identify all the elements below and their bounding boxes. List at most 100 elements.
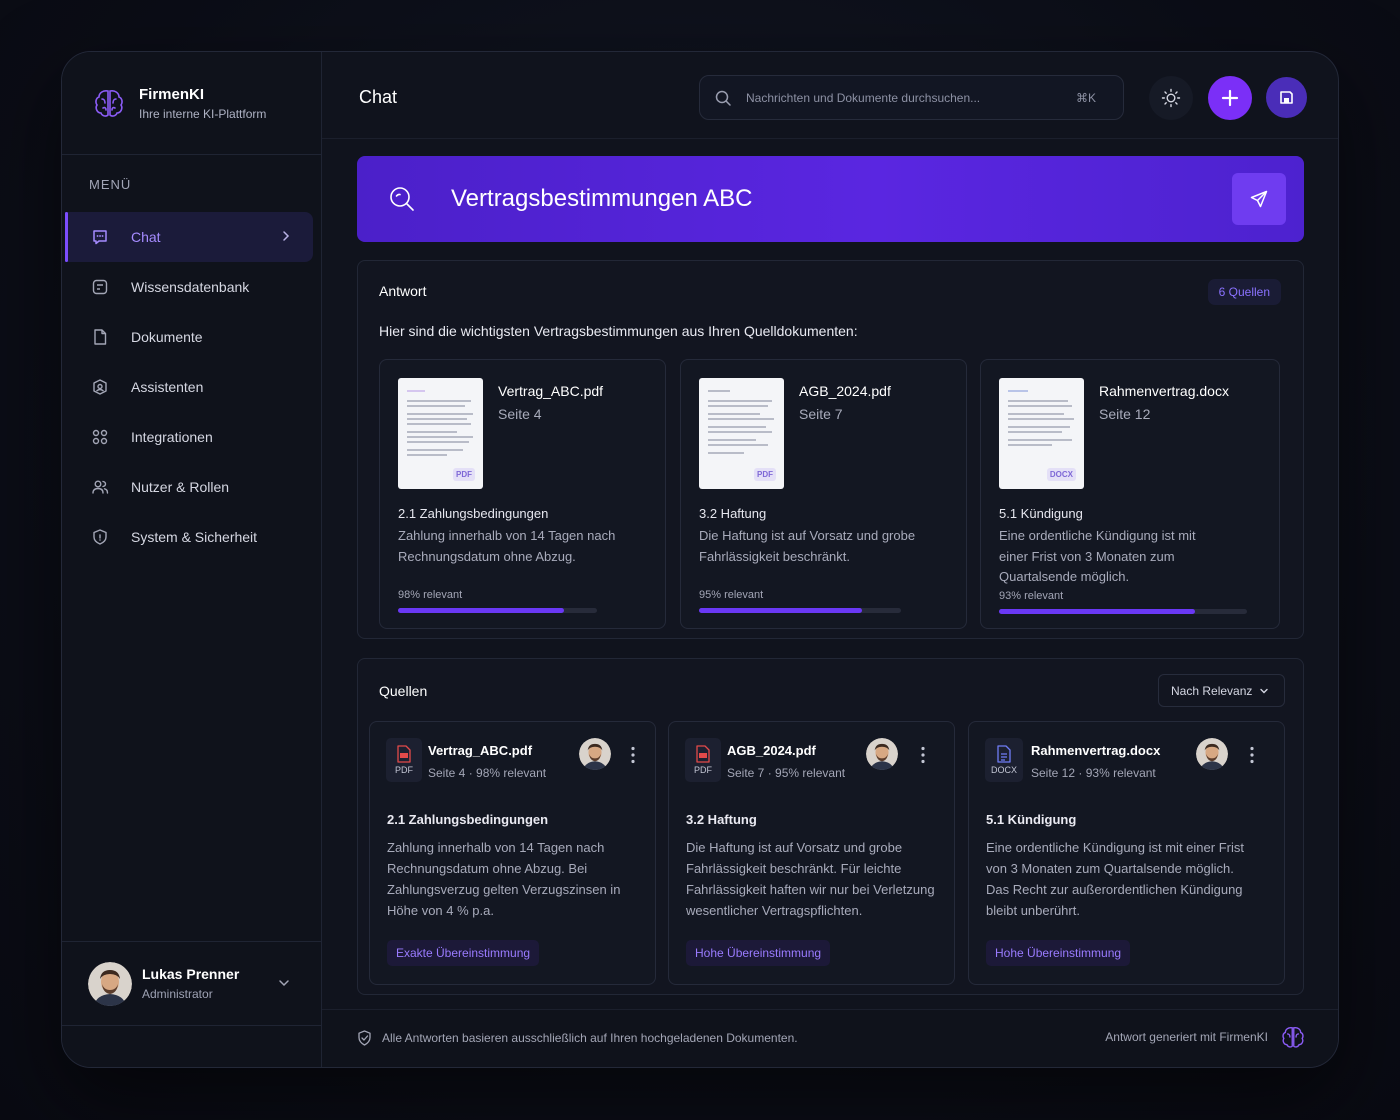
source-section: 5.1 Kündigung: [986, 812, 1077, 827]
file-type-tag: PDF: [754, 468, 776, 481]
footer-disclaimer: Alle Antworten basieren ausschließlich a…: [357, 1030, 798, 1046]
new-chat-button[interactable]: [1208, 76, 1252, 120]
chat-icon: [93, 230, 107, 245]
save-button[interactable]: [1266, 77, 1307, 118]
source-page: Seite 12: [1031, 766, 1076, 780]
relevance-bar-fill: [398, 608, 564, 613]
menu-label: MENÜ: [89, 177, 132, 192]
source-name: AGB_2024.pdf: [727, 743, 816, 758]
relevance-bar-fill: [699, 608, 863, 613]
send-button[interactable]: [1232, 173, 1286, 225]
answer-title: Antwort: [379, 283, 427, 299]
sidebar-item-nutzer-rollen[interactable]: Nutzer & Rollen: [65, 462, 313, 512]
sidebar-item-chat[interactable]: Chat: [65, 212, 313, 262]
theme-toggle-button[interactable]: [1149, 76, 1193, 120]
document-thumbnail: PDF: [398, 378, 483, 489]
sidebar-item-integrationen[interactable]: Integrationen: [65, 412, 313, 462]
source-excerpt: Die Haftung ist auf Vorsatz und grobe Fa…: [686, 840, 935, 918]
brain-logo-icon: [95, 90, 123, 117]
assistant-icon: [93, 379, 107, 395]
file-type-badge: DOCX: [985, 738, 1023, 782]
sidebar: FirmenKI Ihre interne KI-Plattform MENÜ …: [62, 52, 322, 1067]
avatar: [866, 738, 898, 770]
query-bar[interactable]: Vertragsbestimmungen ABC: [357, 156, 1304, 242]
more-options-icon[interactable]: [631, 746, 635, 764]
source-card[interactable]: PDF Vertrag_ABC.pdf Seite 4 · 98% releva…: [369, 721, 656, 985]
topbar: Chat ⌘K: [322, 52, 1338, 139]
chevron-down-icon[interactable]: [277, 978, 291, 988]
user-profile[interactable]: Lukas Prenner Administrator: [62, 941, 321, 1026]
match-badge: Exakte Übereinstimmung: [387, 940, 540, 966]
source-card[interactable]: PDF AGB_2024.pdf Seite 7 · 95% relevant …: [668, 721, 955, 985]
chevron-right-icon: [283, 231, 290, 241]
document-card[interactable]: DOCX Rahmenvertrag.docx Seite 12 5.1 Kün…: [980, 359, 1280, 629]
integrations-icon: [92, 429, 108, 445]
footer-generated-by: Antwort generiert mit FirmenKI: [1105, 1024, 1306, 1050]
user-name: Lukas Prenner: [142, 966, 240, 982]
query-text[interactable]: Vertragsbestimmungen ABC: [451, 185, 753, 213]
document-icon: [94, 329, 107, 345]
source-section: 2.1 Zahlungsbedingungen: [387, 812, 549, 827]
relevance-label: 98% relevant: [398, 589, 463, 601]
document-page: Seite 12: [1099, 406, 1151, 422]
send-icon: [1250, 190, 1268, 208]
document-section: 3.2 Haftung: [699, 506, 767, 521]
database-icon: [92, 279, 108, 295]
sidebar-item-wissensdatenbank[interactable]: Wissensdatenbank: [65, 262, 313, 312]
document-thumbnail: PDF: [699, 378, 784, 489]
user-role: Administrator: [142, 987, 213, 1001]
document-excerpt: Zahlung innerhalb von 14 Tagen nach Rech…: [398, 528, 616, 564]
more-options-icon[interactable]: [921, 746, 925, 764]
search-input[interactable]: [746, 90, 1076, 105]
save-icon: [1280, 91, 1293, 104]
source-meta: Seite 12 · 93% relevant: [1031, 766, 1156, 780]
file-type-tag: PDF: [453, 468, 475, 481]
docx-file-icon: [997, 745, 1011, 763]
file-type-label: DOCX: [990, 765, 1017, 775]
sun-icon: [1161, 88, 1181, 108]
users-icon: [92, 480, 109, 494]
sidebar-item-label: Nutzer & Rollen: [131, 479, 230, 495]
source-meta: Seite 4 · 98% relevant: [428, 766, 547, 780]
footer: Alle Antworten basieren ausschließlich a…: [322, 1009, 1338, 1067]
search-icon: [715, 90, 731, 106]
relevance-bar: [699, 608, 901, 613]
sources-count-badge[interactable]: 6 Quellen: [1207, 279, 1281, 305]
avatar: [1196, 738, 1228, 770]
sources-title: Quellen: [379, 683, 428, 699]
relevance-bar: [398, 608, 597, 613]
sidebar-item-assistenten[interactable]: Assistenten: [65, 362, 313, 412]
brand[interactable]: FirmenKI Ihre interne KI-Plattform: [62, 52, 321, 155]
source-card[interactable]: DOCX Rahmenvertrag.docx Seite 12 · 93% r…: [968, 721, 1285, 985]
document-page: Seite 7: [799, 406, 843, 422]
sidebar-item-system-sicherheit[interactable]: System & Sicherheit: [65, 512, 313, 562]
brain-logo-icon: [1282, 1026, 1304, 1048]
document-card[interactable]: PDF AGB_2024.pdf Seite 7 3.2 Haftung Die…: [680, 359, 967, 629]
more-options-icon[interactable]: [1250, 746, 1254, 764]
sidebar-nav: Chat Wissensdatenbank Dokumente Assisten…: [62, 212, 321, 562]
search-bar[interactable]: ⌘K: [699, 75, 1124, 120]
file-type-label: PDF: [694, 765, 712, 775]
file-type-label: PDF: [395, 765, 413, 775]
search-shortcut: ⌘K: [1076, 90, 1097, 105]
brand-subtitle: Ihre interne KI-Plattform: [139, 106, 267, 121]
sort-dropdown[interactable]: Nach Relevanz: [1158, 674, 1285, 707]
document-card[interactable]: PDF Vertrag_ABC.pdf Seite 4 2.1 Zahlungs…: [379, 359, 666, 629]
answer-panel: Antwort 6 Quellen Hier sind die wichtigs…: [357, 260, 1304, 639]
chevron-down-icon: [1260, 688, 1269, 693]
sidebar-item-dokumente[interactable]: Dokumente: [65, 312, 313, 362]
source-excerpt: Zahlung innerhalb von 14 Tagen nach Rech…: [387, 840, 621, 918]
answer-intro: Hier sind die wichtigsten Vertragsbestim…: [379, 323, 858, 339]
main-content: Chat ⌘K Vertragsbestimmungen ABC: [322, 52, 1338, 1067]
search-chat-icon: [390, 187, 414, 211]
source-name: Rahmenvertrag.docx: [1031, 743, 1161, 758]
sort-label: Nach Relevanz: [1171, 683, 1253, 698]
sources-panel: Quellen Nach Relevanz PDF Vertrag_ABC.pd…: [357, 658, 1304, 995]
pdf-file-icon: [696, 745, 710, 763]
file-type-tag: DOCX: [1046, 468, 1076, 481]
document-page: Seite 4: [498, 406, 542, 422]
match-badge: Hohe Übereinstimmung: [986, 940, 1131, 966]
page-title: Chat: [359, 87, 398, 107]
document-name: AGB_2024.pdf: [799, 383, 891, 399]
file-type-badge: PDF: [685, 738, 721, 782]
